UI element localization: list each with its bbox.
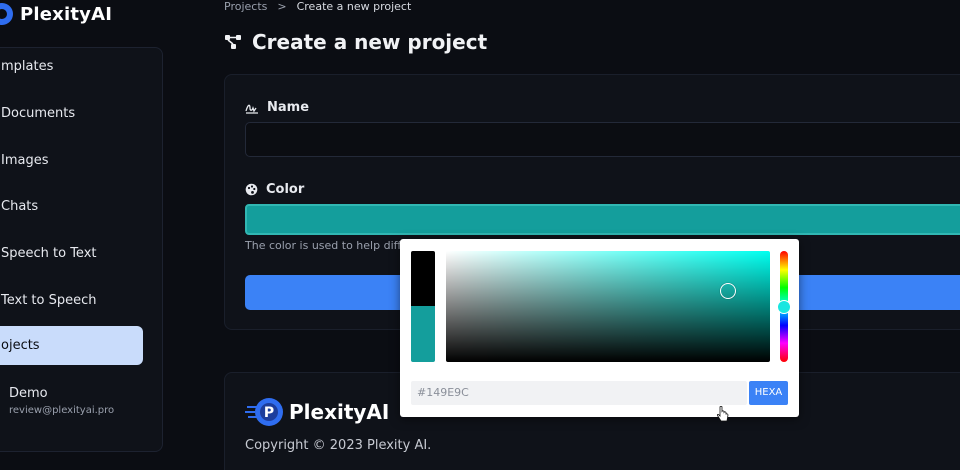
gear-logo-icon: P <box>245 398 283 426</box>
name-label: Name <box>267 100 310 115</box>
sidebar-item-projects[interactable]: ojects <box>0 326 143 365</box>
sidebar-item-label: Chats <box>1 199 39 214</box>
breadcrumb-current: Create a new project <box>296 0 412 13</box>
svg-text:P: P <box>264 405 274 421</box>
sidebar-item-label: Speech to Text <box>1 246 97 261</box>
sidebar-item-chats[interactable]: Chats <box>1 199 38 214</box>
sidebar-item-label: ojects <box>1 338 40 353</box>
previous-color-swatch[interactable] <box>411 251 435 306</box>
footer-logo-text: PlexityAI <box>289 400 390 424</box>
palette-icon <box>245 183 258 196</box>
sidebar-item-text-to-speech[interactable]: Text to Speech <box>1 293 97 308</box>
sidebar-item-label: mplates <box>1 59 54 74</box>
color-label-row: Color <box>245 182 304 197</box>
gear-logo-icon <box>0 3 13 25</box>
breadcrumb: Projects > Create a new project <box>224 0 411 13</box>
name-input[interactable] <box>245 122 960 157</box>
sidebar-item-templates[interactable]: mplates <box>1 59 53 74</box>
saturation-value-handle[interactable] <box>719 282 736 299</box>
hex-color-input[interactable] <box>411 381 747 405</box>
sidebar-item-label: Images <box>1 153 49 168</box>
breadcrumb-projects-link[interactable]: Projects <box>224 0 267 13</box>
sidebar-item-documents[interactable]: Documents <box>1 106 75 121</box>
saturation-value-area[interactable] <box>446 251 770 362</box>
project-nodes-icon <box>225 35 241 49</box>
footer-logo: P PlexityAI <box>245 395 389 429</box>
color-picker: HEXA <box>400 239 799 417</box>
sidebar-item-label: Text to Speech <box>1 293 97 308</box>
sidebar-item-images[interactable]: Images <box>1 153 49 168</box>
sidebar-item-label: Documents <box>1 106 76 121</box>
color-label: Color <box>266 182 305 197</box>
color-input[interactable] <box>245 204 960 235</box>
color-help-text: The color is used to help differe <box>245 239 420 252</box>
signature-icon <box>245 104 258 114</box>
app-logo[interactable]: PlexityAI <box>0 2 112 26</box>
app-name: PlexityAI <box>20 3 113 25</box>
name-label-row: Name <box>245 100 309 115</box>
color-mode-button[interactable]: HEXA <box>749 381 788 405</box>
breadcrumb-separator: > <box>277 0 287 13</box>
user-email: review@plexityai.pro <box>9 405 115 416</box>
copyright-text: Copyright © 2023 Plexity AI. <box>245 438 432 453</box>
current-color-swatch <box>411 306 435 362</box>
sidebar: mplates Documents Images Chats Speech to… <box>0 47 163 452</box>
user-name[interactable]: Demo <box>9 386 48 401</box>
sidebar-item-speech-to-text[interactable]: Speech to Text <box>1 246 97 261</box>
hue-slider-handle[interactable] <box>777 299 791 314</box>
hand-pointer-icon <box>717 406 729 422</box>
page-header: Create a new project <box>224 30 487 54</box>
page-title: Create a new project <box>252 30 488 54</box>
